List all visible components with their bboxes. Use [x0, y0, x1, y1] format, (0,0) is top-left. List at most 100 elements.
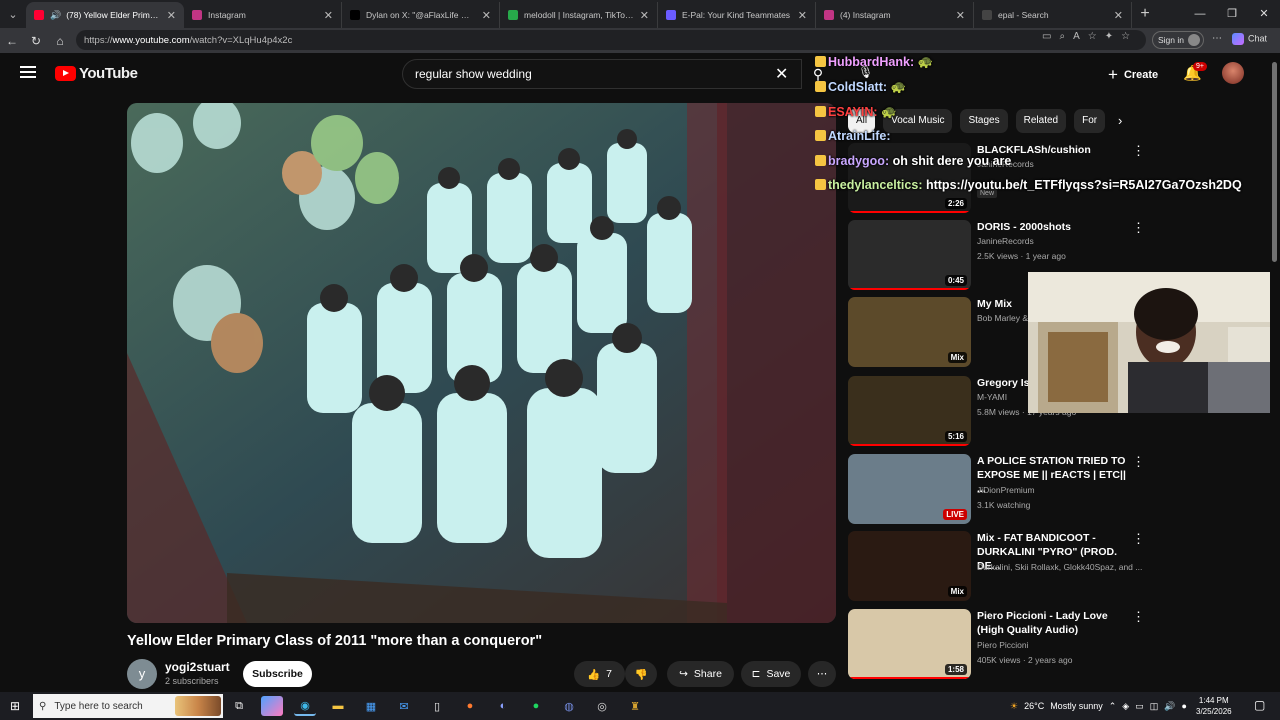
chat-text: 🐢	[917, 55, 934, 69]
video-thumbnail[interactable]: 1:58	[848, 609, 971, 679]
system-clock[interactable]: 1:44 PM 3/25/2026	[1196, 695, 1232, 717]
browser-tab-bar: ⌄ 🔊(78) Yellow Elder Primary Clas✕Instag…	[0, 0, 1280, 28]
video-thumbnail[interactable]: 5:16	[848, 376, 971, 446]
subscribe-button[interactable]: Subscribe	[243, 661, 312, 687]
menu-icon[interactable]	[20, 66, 36, 78]
copilot-chat-button[interactable]: Chat	[1232, 33, 1267, 45]
url-action-icons: ▭ ⌕ A ☆ ✦ ☆	[1042, 31, 1130, 42]
edge-browser-icon[interactable]: ◉	[294, 696, 316, 716]
favorites-icon[interactable]: ☆	[1121, 31, 1130, 42]
microsoft-store-icon[interactable]: ▦	[360, 696, 382, 716]
profile-icon	[1188, 34, 1200, 46]
browser-tab[interactable]: (4) Instagram ✕	[816, 2, 974, 28]
save-button[interactable]: ⊏ Save	[741, 661, 801, 687]
volume-icon[interactable]: 🔊	[1164, 701, 1175, 712]
more-options-icon[interactable]: ⋮	[1132, 454, 1145, 470]
browser-sign-in-button[interactable]: Sign in	[1152, 31, 1204, 49]
search-input[interactable]: regular show wedding	[402, 59, 802, 89]
mail-icon[interactable]: ✉	[393, 696, 415, 716]
speaker-icon[interactable]: 🔊	[50, 10, 61, 21]
like-button[interactable]: 👍 7	[574, 661, 625, 687]
tab-search-chevron-icon[interactable]: ⌄	[0, 0, 26, 28]
close-window-button[interactable]: ✕	[1248, 0, 1280, 28]
zoom-icon[interactable]: ⌕	[1059, 31, 1065, 42]
recommendation-item[interactable]: LIVE A POLICE STATION TRIED TO EXPOSE ME …	[848, 454, 1145, 524]
chat-message: ESAYIN: 🐢	[815, 105, 897, 120]
recommendation-channel[interactable]: Bob Marley &	[977, 313, 1028, 323]
youtube-logo[interactable]: YouTube	[55, 65, 138, 82]
firefox-icon[interactable]: ●	[459, 696, 481, 716]
new-tab-button[interactable]: +	[1132, 5, 1158, 23]
scrollbar-thumb[interactable]	[1272, 62, 1277, 262]
browser-tab[interactable]: melodoll | Instagram, TikTok, Twit ✕	[500, 2, 658, 28]
recommendation-channel[interactable]: Piero Piccioni	[977, 640, 1029, 650]
app-tray-icon[interactable]: ◈	[1122, 701, 1129, 712]
tray-chevron-icon[interactable]: ⌃	[1109, 701, 1117, 712]
notepad-icon[interactable]: ▯	[426, 696, 448, 716]
temperature[interactable]: 26°C	[1024, 701, 1044, 711]
video-player[interactable]	[127, 103, 836, 623]
more-menu-icon[interactable]: ⋯	[1212, 33, 1222, 44]
copilot-app-icon[interactable]	[261, 696, 283, 716]
reload-button[interactable]: ↻	[24, 34, 48, 48]
recommendation-channel[interactable]: JanineRecords	[977, 236, 1034, 246]
tab-close-icon[interactable]: ✕	[640, 9, 649, 22]
url-field[interactable]: https://www.youtube.com/watch?v=XLqHu4p4…	[76, 30, 1146, 50]
game-icon[interactable]: ♜	[624, 696, 646, 716]
notification-center-icon[interactable]: ▢	[1254, 698, 1265, 712]
tab-close-icon[interactable]: ✕	[798, 9, 807, 22]
restore-button[interactable]: ❐	[1216, 0, 1248, 28]
recommendation-title[interactable]: Piero Piccioni - Lady Love (High Quality…	[977, 609, 1127, 637]
recommendation-channel[interactable]: M-YAMI	[977, 392, 1007, 402]
mic-tray-icon[interactable]: ●	[1181, 701, 1186, 711]
obs-icon[interactable]: ◎	[591, 696, 613, 716]
tab-close-icon[interactable]: ✕	[324, 9, 333, 22]
recommendation-channel[interactable]: JiDionPremium	[977, 485, 1035, 495]
recommendation-item[interactable]: Mix Mix - FAT BANDICOOT - DURKALINI "PYRO…	[848, 531, 1145, 601]
browser-tab[interactable]: 🔊 (78) Yellow Elder Primary Clas ✕	[26, 2, 184, 28]
tab-close-icon[interactable]: ✕	[1114, 9, 1123, 22]
minimize-button[interactable]: —	[1184, 0, 1216, 28]
browser-tab[interactable]: epal - Search ✕	[974, 2, 1132, 28]
tab-close-icon[interactable]: ✕	[956, 9, 965, 22]
discord-icon[interactable]: ◍	[558, 696, 580, 716]
recommendation-channel[interactable]: Durkalini, Skii Rollaxk, Glokk40Spaz, an…	[977, 562, 1142, 572]
tab-close-icon[interactable]: ✕	[482, 9, 491, 22]
weather-condition[interactable]: Mostly sunny	[1050, 701, 1103, 711]
video-thumbnail[interactable]: 0:45	[848, 220, 971, 290]
browser-tab[interactable]: Dylan on X: "@aFlaxLife @Marky ✕	[342, 2, 500, 28]
channel-name[interactable]: yogi2stuart	[165, 660, 230, 674]
more-actions-button[interactable]: ⋯	[808, 661, 836, 687]
clear-search-icon[interactable]: ✕	[775, 64, 788, 84]
home-button[interactable]: ⌂	[48, 34, 72, 48]
back-button[interactable]: ←	[0, 34, 24, 48]
recommendation-item[interactable]: 1:58 Piero Piccioni - Lady Love (High Qua…	[848, 609, 1145, 679]
subscriber-count: 2 subscribers	[165, 676, 219, 686]
display-icon[interactable]: ▭	[1135, 701, 1144, 712]
dislike-button[interactable]: 👎	[625, 661, 657, 687]
share-button[interactable]: ↪ Share	[667, 661, 734, 687]
more-options-icon[interactable]: ⋮	[1132, 609, 1145, 625]
read-aloud-icon[interactable]: A	[1073, 31, 1080, 42]
weather-icon[interactable]: ☀	[1010, 701, 1018, 712]
video-thumbnail[interactable]: LIVE	[848, 454, 971, 524]
tab-close-icon[interactable]: ✕	[167, 9, 176, 22]
recommendation-title[interactable]: DORIS - 2000shots	[977, 220, 1127, 234]
more-options-icon[interactable]: ⋮	[1132, 220, 1145, 236]
browser-tab[interactable]: E-Pal: Your Kind Teammates ✕	[658, 2, 816, 28]
extensions-icon[interactable]: ✦	[1105, 31, 1113, 42]
task-view-icon[interactable]: ⧉	[228, 696, 250, 716]
app-icon-blue[interactable]: ◐	[492, 696, 514, 716]
network-icon[interactable]: ◫	[1150, 701, 1159, 712]
video-thumbnail[interactable]: Mix	[848, 297, 971, 367]
channel-avatar[interactable]: y	[127, 659, 157, 689]
browser-tab[interactable]: Instagram ✕	[184, 2, 342, 28]
favorite-star-icon[interactable]: ☆	[1088, 31, 1097, 42]
screen-icon[interactable]: ▭	[1042, 31, 1051, 42]
spotify-icon[interactable]: ●	[525, 696, 547, 716]
video-thumbnail[interactable]: Mix	[848, 531, 971, 601]
taskbar-search[interactable]: ⚲ Type here to search	[33, 694, 223, 718]
file-explorer-icon[interactable]: ▬	[327, 696, 349, 716]
windows-start-icon[interactable]: ⊞	[0, 699, 30, 713]
more-options-icon[interactable]: ⋮	[1132, 531, 1145, 547]
